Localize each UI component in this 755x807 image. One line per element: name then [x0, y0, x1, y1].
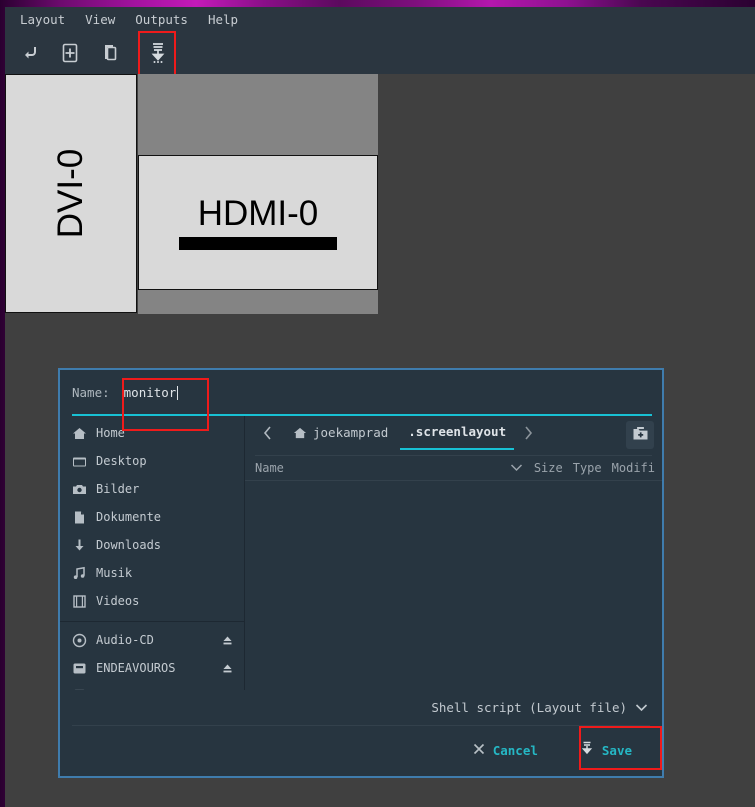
disc-icon: [72, 689, 87, 691]
sidebar-label: Videos: [96, 594, 234, 608]
sidebar-item-downloads[interactable]: Downloads: [60, 531, 244, 559]
duplicate-button[interactable]: [93, 36, 127, 70]
add-output-button[interactable]: [53, 36, 87, 70]
menu-view[interactable]: View: [75, 10, 125, 29]
close-icon: [473, 743, 485, 758]
home-icon: [72, 426, 87, 441]
filter-row: Shell script (Layout file): [60, 690, 662, 719]
music-icon: [72, 566, 87, 581]
column-header-size[interactable]: Size: [529, 461, 568, 475]
column-header-name[interactable]: Name: [255, 461, 504, 475]
sidebar-label: Bilder: [96, 482, 234, 496]
sidebar-item-musik[interactable]: Musik: [60, 559, 244, 587]
eject-icon[interactable]: [221, 662, 234, 675]
monitor-hdmi-0[interactable]: HDMI-0: [138, 155, 378, 290]
apply-icon: [20, 43, 40, 63]
new-folder-icon: [632, 425, 649, 446]
cancel-button[interactable]: Cancel: [457, 736, 554, 765]
add-icon: [60, 42, 80, 64]
new-folder-button[interactable]: [626, 421, 654, 449]
name-input-highlight: [122, 378, 209, 431]
drive-icon: [72, 661, 87, 676]
document-icon: [72, 510, 87, 525]
file-type-filter[interactable]: Shell script (Layout file): [429, 696, 650, 719]
cancel-button-label: Cancel: [493, 743, 538, 758]
breadcrumb-label: .screenlayout: [408, 424, 506, 439]
menu-outputs[interactable]: Outputs: [125, 10, 198, 29]
home-icon: [292, 425, 307, 440]
file-list[interactable]: [245, 481, 662, 690]
breadcrumb-item-screenlayout[interactable]: .screenlayout: [400, 420, 514, 450]
download-icon: [72, 538, 87, 553]
file-pane: joekamprad .screenlayout: [245, 415, 662, 690]
breadcrumb: joekamprad .screenlayout: [245, 415, 662, 455]
monitor-dvi-0[interactable]: DVI-0: [5, 74, 137, 313]
sidebar-item-seagate[interactable]: seagate: [60, 682, 244, 690]
sidebar-label: Audio-CD: [96, 633, 212, 647]
sidebar-label: seagate: [96, 689, 234, 690]
monitor-hdmi-0-label: HDMI-0: [198, 196, 319, 231]
sidebar-item-videos[interactable]: Videos: [60, 587, 244, 615]
save-layout-dialog: Name: monitor Home Desktop: [58, 368, 664, 778]
sidebar-label: Downloads: [96, 538, 234, 552]
name-label: Name:: [72, 385, 110, 400]
disc-icon: [72, 633, 87, 648]
sidebar-label: Dokumente: [96, 510, 234, 524]
pictures-icon: [72, 482, 87, 497]
arandr-window: Layout View Outputs Help: [5, 7, 755, 807]
save-button-highlight: [579, 726, 662, 770]
sidebar-label: Desktop: [96, 454, 234, 468]
duplicate-icon: [100, 42, 120, 64]
breadcrumb-label: joekamprad: [313, 425, 388, 440]
sidebar-divider: [60, 621, 244, 622]
sidebar-item-endeavouros[interactable]: ENDEAVOUROS: [60, 654, 244, 682]
menu-layout[interactable]: Layout: [10, 10, 75, 29]
dialog-body: Home Desktop Bilder: [60, 415, 662, 690]
sidebar-item-desktop[interactable]: Desktop: [60, 447, 244, 475]
sidebar-item-dokumente[interactable]: Dokumente: [60, 503, 244, 531]
dialog-buttons: Cancel Save: [60, 726, 662, 767]
video-icon: [72, 594, 87, 609]
sidebar-item-audio-cd[interactable]: Audio-CD: [60, 626, 244, 654]
layout-canvas[interactable]: DVI-0 HDMI-0: [5, 74, 755, 319]
file-type-filter-label: Shell script (Layout file): [431, 700, 627, 715]
toolbar: [5, 32, 755, 74]
apply-button[interactable]: [13, 36, 47, 70]
menu-help[interactable]: Help: [198, 10, 248, 29]
breadcrumb-item-home[interactable]: joekamprad: [284, 421, 396, 449]
desktop-icon: [72, 454, 87, 469]
dialog-footer: Shell script (Layout file) Cancel: [60, 690, 662, 767]
sidebar-label: ENDEAVOUROS: [96, 661, 212, 675]
column-header-type[interactable]: Type: [568, 461, 607, 475]
chevron-left-icon[interactable]: [255, 426, 280, 444]
monitor-dvi-0-label: DVI-0: [54, 149, 89, 238]
places-sidebar[interactable]: Home Desktop Bilder: [60, 415, 245, 690]
primary-monitor-bar: [179, 237, 337, 250]
chevron-down-icon[interactable]: [504, 462, 529, 475]
sidebar-label: Musik: [96, 566, 234, 580]
chevron-right-icon[interactable]: [518, 426, 539, 444]
column-header-modified[interactable]: Modifi: [607, 461, 660, 475]
eject-icon[interactable]: [221, 634, 234, 647]
menubar: Layout View Outputs Help: [5, 7, 755, 32]
sidebar-item-bilder[interactable]: Bilder: [60, 475, 244, 503]
chevron-down-icon: [635, 700, 648, 715]
file-list-header: Name Size Type Modifi: [245, 456, 662, 481]
